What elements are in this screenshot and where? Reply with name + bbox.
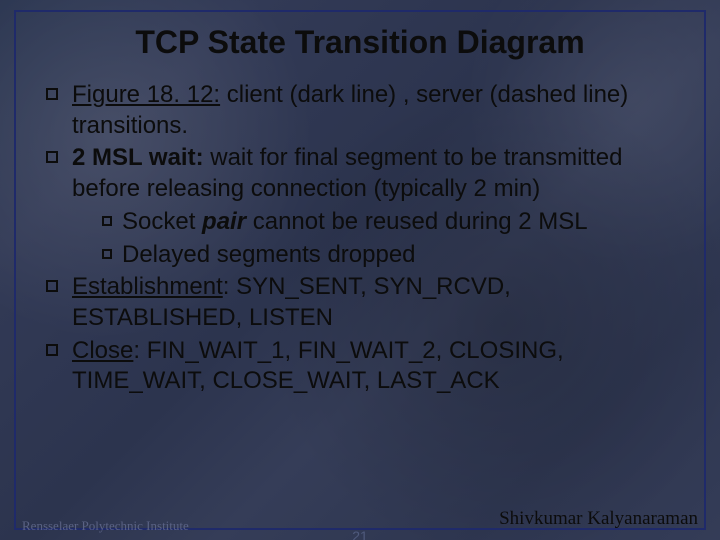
bullet-4-rest: : FIN_WAIT_1, FIN_WAIT_2, CLOSING, TIME_… <box>72 337 564 395</box>
bullet-2-sub-1-pre: Socket <box>122 208 202 235</box>
footer-left: Rensselaer Polytechnic Institute <box>22 518 189 534</box>
bullet-1-text: Figure 18. 12: client (dark line) , serv… <box>72 80 684 141</box>
bullet-2-text: 2 MSL wait: wait for final segment to be… <box>72 143 684 204</box>
bullet-icon <box>46 151 58 163</box>
bullet-2-sub-1-rest: cannot be reused during 2 MSL <box>246 208 588 235</box>
bullet-2-sub-1-bold: pair <box>202 208 246 235</box>
bullet-1: Figure 18. 12: client (dark line) , serv… <box>46 80 684 141</box>
bullet-2-bold: 2 MSL wait: <box>72 144 204 171</box>
slide: TCP State Transition Diagram Figure 18. … <box>0 0 720 540</box>
bullet-icon <box>46 88 58 100</box>
bullet-2-sub-2: Delayed segments dropped <box>102 240 684 271</box>
bullet-3-text: Establishment: SYN_SENT, SYN_RCVD, ESTAB… <box>72 272 684 333</box>
bullet-3: Establishment: SYN_SENT, SYN_RCVD, ESTAB… <box>46 272 684 333</box>
bullet-3-underline: Establishment <box>72 273 223 300</box>
bullet-1-figure-ref: Figure 18. 12: <box>72 81 220 108</box>
bullet-icon <box>46 344 58 356</box>
bullet-2-sub-1-text: Socket pair cannot be reused during 2 MS… <box>122 207 684 238</box>
bullet-4-text: Close: FIN_WAIT_1, FIN_WAIT_2, CLOSING, … <box>72 336 684 397</box>
slide-content: Figure 18. 12: client (dark line) , serv… <box>46 80 684 399</box>
slide-title: TCP State Transition Diagram <box>0 24 720 61</box>
bullet-icon <box>46 280 58 292</box>
footer-right: Shivkumar Kalyanaraman <box>499 508 698 530</box>
bullet-icon <box>102 216 112 226</box>
bullet-2-sub-1: Socket pair cannot be reused during 2 MS… <box>102 207 684 238</box>
bullet-4: Close: FIN_WAIT_1, FIN_WAIT_2, CLOSING, … <box>46 336 684 397</box>
bullet-icon <box>102 249 112 259</box>
bullet-2-sub-2-text: Delayed segments dropped <box>122 240 684 271</box>
page-number: 21 <box>352 528 368 540</box>
bullet-2: 2 MSL wait: wait for final segment to be… <box>46 143 684 204</box>
bullet-4-underline: Close <box>72 337 133 364</box>
